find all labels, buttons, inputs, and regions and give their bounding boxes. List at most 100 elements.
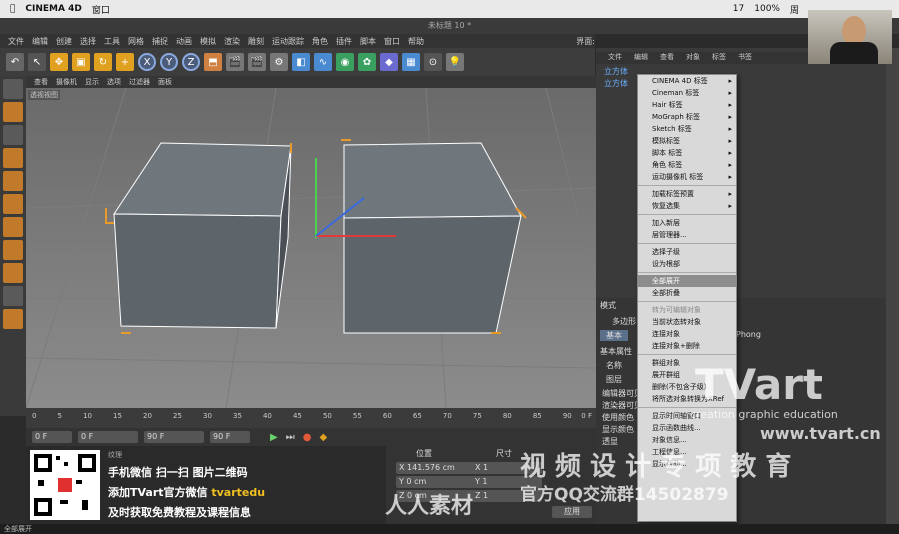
context-menu-item[interactable]: 全部展开 (638, 275, 736, 287)
object-manager-menu-item[interactable]: 文件 (608, 52, 622, 64)
viewport-menu-item[interactable]: 显示 (85, 77, 99, 87)
cube-left[interactable] (113, 142, 292, 329)
model-mode-button[interactable] (3, 102, 23, 122)
app-name[interactable]: CINEMA 4D (25, 4, 81, 14)
context-menu-item[interactable]: Hair 标签 ▸ (638, 99, 736, 111)
points-mode-button[interactable] (3, 171, 23, 191)
menu-item[interactable]: 窗口 (384, 36, 400, 47)
object-manager-menu-item[interactable]: 书签 (738, 52, 752, 64)
phong-tab[interactable]: Phong (736, 330, 761, 339)
current-frame-field[interactable]: 0 F (78, 431, 138, 443)
context-menu-item[interactable]: Sketch 标签 ▸ (638, 123, 736, 135)
context-menu-item[interactable]: 连接对象 (638, 328, 736, 340)
polygons-mode-button[interactable] (3, 217, 23, 237)
tab-basic[interactable]: 基本 (600, 330, 628, 341)
menu-item[interactable]: 雕刻 (248, 36, 264, 47)
cube-right[interactable] (343, 142, 522, 334)
undo-button[interactable]: ↶ (6, 53, 24, 71)
apple-icon[interactable]:  (10, 4, 15, 14)
context-menu-item[interactable]: 加载标签预置 ▸ (638, 188, 736, 200)
light-icon[interactable]: 💡 (446, 53, 464, 71)
menu-item[interactable]: 文件 (8, 36, 24, 47)
menu-item[interactable]: 脚本 (360, 36, 376, 47)
end-frame-field[interactable]: 90 F (210, 431, 250, 443)
context-menu-item[interactable]: 设为根部 (638, 258, 736, 270)
viewport-menu-item[interactable]: 选项 (107, 77, 121, 87)
apply-button[interactable]: 应用 (552, 506, 592, 518)
workplane-button[interactable] (3, 148, 23, 168)
viewport-menu-item[interactable]: 过滤器 (129, 77, 150, 87)
min-frame-field[interactable]: 90 F (144, 431, 204, 443)
menu-item[interactable]: 插件 (336, 36, 352, 47)
camera-icon[interactable]: ⊙ (424, 53, 442, 71)
menu-item[interactable]: 动画 (176, 36, 192, 47)
menu-item[interactable]: 角色 (312, 36, 328, 47)
menu-item[interactable]: 编辑 (32, 36, 48, 47)
menu-item[interactable]: 运动跟踪 (272, 36, 304, 47)
context-menu-item[interactable]: 全部折叠 (638, 287, 736, 299)
tweak-button[interactable] (3, 309, 23, 329)
menu-item[interactable]: 创建 (56, 36, 72, 47)
context-menu-item[interactable]: Cineman 标签 ▸ (638, 87, 736, 99)
menu-item[interactable]: 网格 (128, 36, 144, 47)
spline-icon[interactable]: ∿ (314, 53, 332, 71)
attr-mode-label[interactable]: 模式 (600, 300, 616, 311)
menu-item[interactable]: 渲染 (224, 36, 240, 47)
viewport-menu-item[interactable]: 摄像机 (56, 77, 77, 87)
record-icon[interactable]: ● (303, 432, 312, 443)
menu-item[interactable]: 选择 (80, 36, 96, 47)
render-view-button[interactable]: 🎬 (226, 53, 244, 71)
menu-item[interactable]: 捕捉 (152, 36, 168, 47)
context-menu-item[interactable]: 当前状态转对象 (638, 316, 736, 328)
y-axis-button[interactable]: Y (160, 53, 178, 71)
cube-icon[interactable]: ◧ (292, 53, 310, 71)
object-manager-menu-item[interactable]: 标签 (712, 52, 726, 64)
select-tool-button[interactable]: ↖ (28, 53, 46, 71)
object-manager-menu-item[interactable]: 查看 (660, 52, 674, 64)
object-manager-menu-item[interactable]: 对象 (686, 52, 700, 64)
live-selection-button[interactable]: + (116, 53, 134, 71)
scale-tool-button[interactable]: ▣ (72, 53, 90, 71)
timeline[interactable]: 0 5 10 15 20 25 30 35 40 45 50 55 60 65 70 75 80 85 90 0 F (26, 408, 596, 428)
object-item-2[interactable]: 立方体 (604, 78, 628, 89)
render-settings-button[interactable]: ⚙ (270, 53, 288, 71)
menu-item[interactable]: 帮助 (408, 36, 424, 47)
mac-menu-window[interactable]: 窗口 (92, 3, 110, 16)
object-item-1[interactable]: 立方体 (604, 66, 628, 77)
keyframe-icon[interactable]: ◆ (319, 432, 327, 443)
lock-button[interactable] (3, 286, 23, 306)
coord-system-button[interactable]: ⬒ (204, 53, 222, 71)
make-editable-button[interactable] (3, 79, 23, 99)
pos-x-field[interactable]: X 141.576 cm (396, 462, 476, 474)
play-icon[interactable]: ▶ (270, 432, 278, 443)
mograph-icon[interactable]: ✿ (358, 53, 376, 71)
viewport[interactable]: 透视视图 (26, 88, 596, 408)
context-menu-item[interactable]: 连接对象+删除 (638, 340, 736, 352)
context-menu-item[interactable]: 加入新层 (638, 217, 736, 229)
context-menu-item[interactable]: CINEMA 4D 标签 ▸ (638, 75, 736, 87)
context-menu-item[interactable]: 运动摄像机 标签 ▸ (638, 171, 736, 183)
context-menu-item[interactable]: 角色 标签 ▸ (638, 159, 736, 171)
next-frame-icon[interactable]: ⏭ (286, 432, 295, 443)
pos-y-field[interactable]: Y 0 cm (396, 476, 476, 488)
z-axis-button[interactable]: Z (182, 53, 200, 71)
context-menu-item[interactable]: MoGraph 标签 ▸ (638, 111, 736, 123)
texture-mode-button[interactable] (3, 125, 23, 145)
object-manager-menu-item[interactable]: 编辑 (634, 52, 648, 64)
context-menu-item[interactable]: 模拟标签 ▸ (638, 135, 736, 147)
scene-icon[interactable]: ▦ (402, 53, 420, 71)
nurbs-icon[interactable]: ◉ (336, 53, 354, 71)
context-menu-item[interactable]: 选择子级 (638, 246, 736, 258)
move-tool-button[interactable]: ✥ (50, 53, 68, 71)
edges-mode-button[interactable] (3, 194, 23, 214)
context-menu-item[interactable]: 脚本 标签 ▸ (638, 147, 736, 159)
context-menu-item[interactable]: 转为可编辑对象 (638, 304, 736, 316)
menu-item[interactable]: 工具 (104, 36, 120, 47)
context-menu-item[interactable]: 恢复选集 ▸ (638, 200, 736, 212)
rotate-tool-button[interactable]: ↻ (94, 53, 112, 71)
viewport-menu-item[interactable]: 查看 (34, 77, 48, 87)
context-menu-item[interactable]: 对象信息... (638, 434, 736, 446)
x-axis-button[interactable]: X (138, 53, 156, 71)
deformer-icon[interactable]: ◆ (380, 53, 398, 71)
start-frame-field[interactable]: 0 F (32, 431, 72, 443)
